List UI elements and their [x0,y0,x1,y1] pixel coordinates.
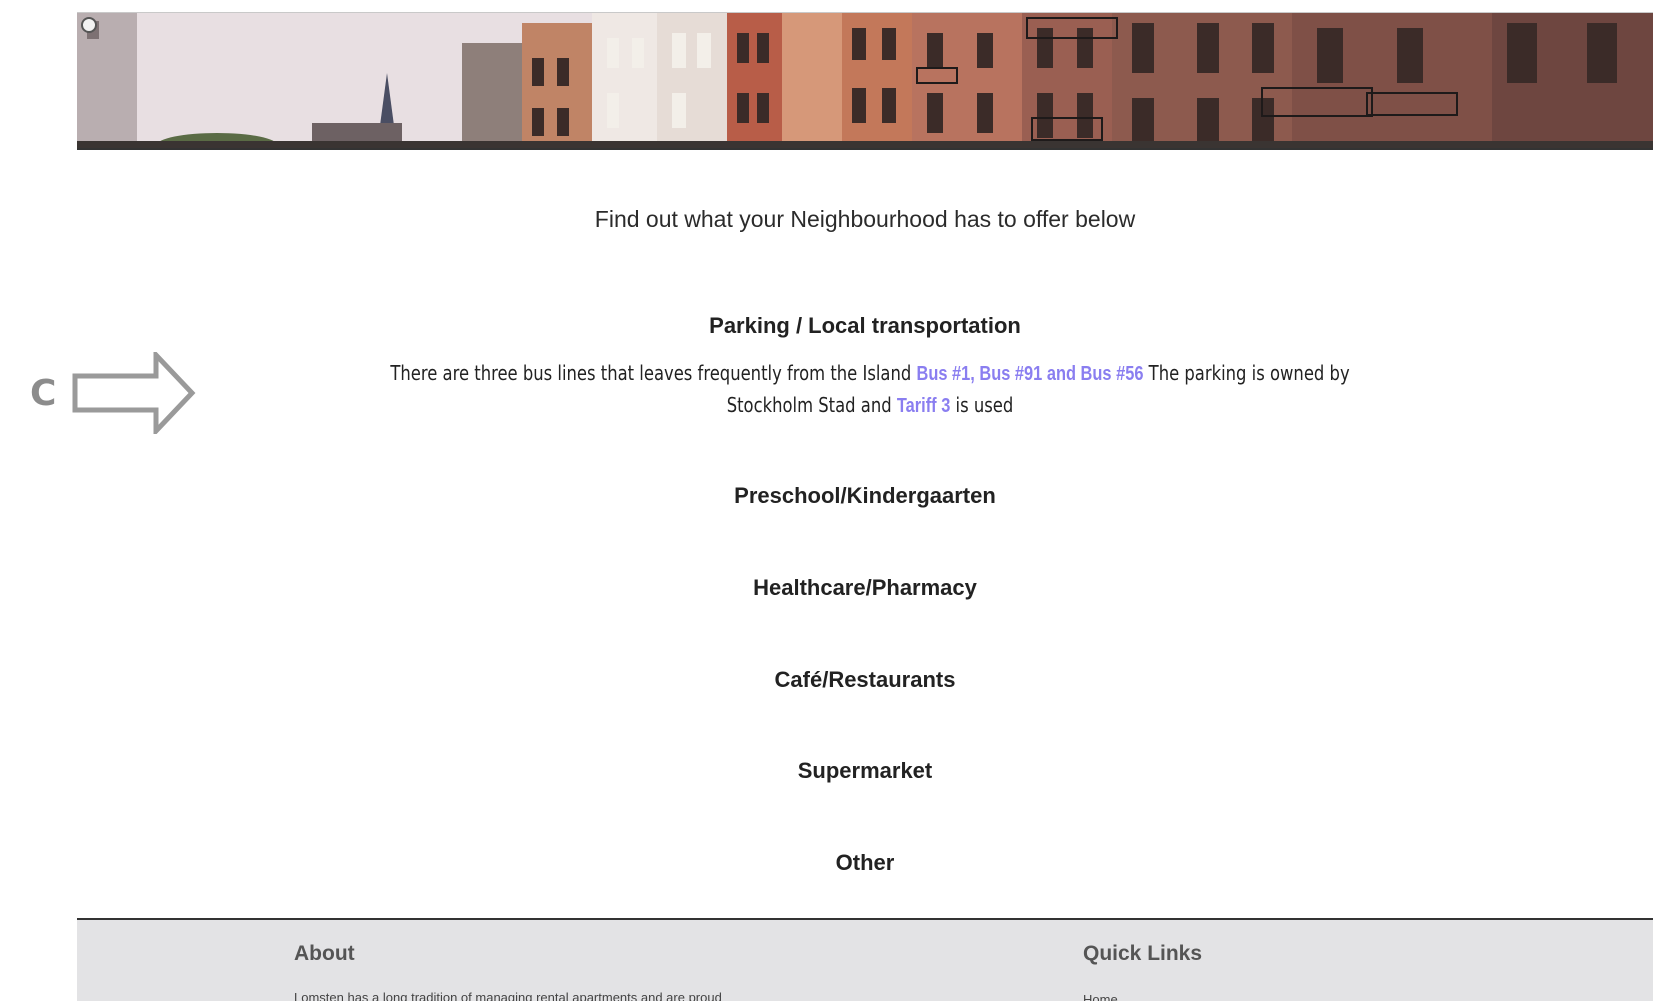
transport-text-before: There are three bus lines that leaves fr… [390,361,917,385]
bus-lines-link[interactable]: Bus #1, Bus #91 and Bus #56 [916,363,1143,385]
annotation-letter: C [30,373,57,414]
townhouses-illustration [77,13,1653,148]
neighbourhood-intro: Find out what your Neighbourhood has to … [594,206,1136,232]
annotation-arrow-icon [72,352,196,434]
section-heading-preschool[interactable]: Preschool/Kindergaarten [77,483,1653,509]
footer-quick-links-heading: Quick Links [1083,942,1203,965]
hero-banner-image [77,12,1653,150]
tariff-link[interactable]: Tariff 3 [897,395,950,417]
section-heading-cafe[interactable]: Café/Restaurants [77,667,1653,693]
section-heading-parking[interactable]: Parking / Local transportation [77,313,1653,339]
page: Find out what your Neighbourhood has to … [0,0,1653,1001]
section-heading-supermarket[interactable]: Supermarket [77,758,1653,784]
transport-description: There are three bus lines that leaves fr… [386,358,1354,422]
footer-link-home[interactable]: Home [1083,992,1118,1001]
section-heading-other[interactable]: Other [77,850,1653,876]
footer-about-heading: About [294,942,355,965]
transport-text-after: is used [950,393,1014,417]
site-footer: About Lomsten has a long tradition of ma… [77,918,1653,1001]
footer-about-text: Lomsten has a long tradition of managing… [294,990,722,1001]
section-heading-healthcare[interactable]: Healthcare/Pharmacy [77,575,1653,601]
